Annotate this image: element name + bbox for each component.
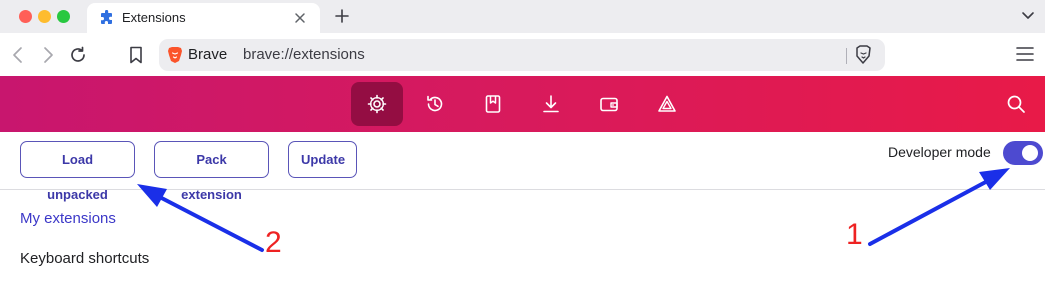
back-arrow-icon[interactable]	[8, 45, 28, 65]
address-brand-label: Brave	[188, 46, 228, 63]
tab-extensions[interactable]: Extensions	[87, 3, 320, 33]
window-minimize-button[interactable]	[38, 10, 51, 23]
extensions-content: Load unpacked Pack extension Update Deve…	[0, 132, 1045, 287]
bookmark-icon[interactable]	[126, 45, 146, 65]
brave-shields-icon[interactable]	[855, 45, 872, 65]
brave-page-header	[0, 76, 1045, 132]
brave-lion-icon	[168, 47, 182, 63]
header-settings-button[interactable]	[351, 82, 403, 126]
header-rewards-button[interactable]	[641, 82, 693, 126]
header-wallet-button[interactable]	[583, 82, 635, 126]
close-icon[interactable]	[293, 11, 307, 25]
header-downloads-button[interactable]	[525, 82, 577, 126]
hamburger-menu-icon[interactable]	[1016, 46, 1034, 62]
browser-window: Extensions Brave brave://extensions Load…	[0, 0, 1045, 287]
chevron-down-icon[interactable]	[1020, 9, 1036, 23]
bookmarks-icon	[485, 95, 501, 113]
annotation-number-1: 1	[846, 218, 863, 251]
downloads-icon	[543, 95, 559, 113]
pack-extension-button[interactable]: Pack extension	[154, 141, 269, 202]
search-icon[interactable]	[1006, 94, 1026, 114]
settings-icon	[367, 94, 387, 114]
address-divider	[846, 48, 847, 64]
my-extensions-link[interactable]: My extensions	[20, 210, 116, 228]
update-button[interactable]: Update	[288, 141, 357, 178]
wallet-icon	[600, 97, 618, 112]
rewards-icon	[658, 95, 676, 112]
header-history-button[interactable]	[409, 82, 461, 126]
puzzle-icon	[101, 10, 112, 24]
keyboard-shortcuts-link[interactable]: Keyboard shortcuts	[20, 250, 149, 268]
history-icon	[427, 95, 443, 112]
window-maximize-button[interactable]	[57, 10, 70, 23]
toggle-knob	[1022, 145, 1038, 161]
annotation-number-2: 2	[265, 226, 282, 259]
reload-icon[interactable]	[68, 45, 88, 65]
forward-arrow-icon[interactable]	[38, 45, 58, 65]
developer-mode-label: Developer mode	[888, 144, 991, 160]
window-close-button[interactable]	[19, 10, 32, 23]
developer-mode-toggle[interactable]	[1003, 141, 1043, 165]
tab-strip: Extensions	[0, 0, 1045, 33]
header-bookmarks-button[interactable]	[467, 82, 519, 126]
address-bar[interactable]: Brave brave://extensions	[159, 39, 885, 71]
new-tab-plus-icon[interactable]	[333, 7, 351, 25]
tab-title: Extensions	[122, 10, 186, 25]
browser-toolbar: Brave brave://extensions	[0, 33, 1045, 76]
address-url[interactable]: brave://extensions	[243, 46, 365, 64]
content-divider	[0, 189, 1045, 190]
load-unpacked-button[interactable]: Load unpacked	[20, 141, 135, 202]
